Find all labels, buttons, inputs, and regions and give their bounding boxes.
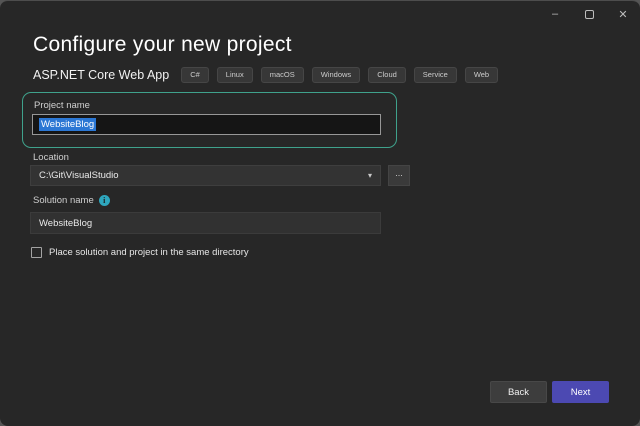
project-name-label: Project name [34,100,90,111]
tag-web: Web [464,67,499,83]
solution-name-label: Solution name [33,195,94,206]
same-directory-row: Place solution and project in the same d… [31,247,249,258]
maximize-button[interactable] [572,1,606,27]
location-label: Location [33,152,69,163]
project-name-input[interactable]: WebsiteBlog [32,114,381,135]
tag-windows: Windows [311,67,361,83]
info-icon[interactable]: i [98,195,110,206]
same-directory-label: Place solution and project in the same d… [49,247,249,258]
same-directory-checkbox[interactable] [31,247,42,258]
minimize-button[interactable]: – [538,1,572,27]
tag-csharp: C# [181,67,209,83]
template-name: ASP.NET Core Web App [33,67,170,82]
close-button[interactable]: ✕ [606,1,640,27]
minimize-icon: – [551,8,559,20]
tag-service: Service [413,67,457,83]
tag-linux: Linux [216,67,253,83]
solution-name-input[interactable]: WebsiteBlog [30,212,381,234]
chevron-down-icon: ▾ [367,171,372,180]
title-bar: – ✕ [0,1,640,29]
close-icon: ✕ [618,8,628,21]
next-button[interactable]: Next [552,381,609,403]
back-button[interactable]: Back [490,381,547,403]
tag-cloud: Cloud [368,67,406,83]
browse-location-button[interactable]: ... [388,165,410,186]
solution-name-value: WebsiteBlog [39,217,93,229]
location-dropdown[interactable]: C:\Git\VisualStudio ▾ [30,165,381,186]
solution-name-label-row: Solution name i [33,195,110,206]
page-title: Configure your new project [33,33,292,56]
project-name-value: WebsiteBlog [39,118,97,131]
configure-project-dialog: – ✕ Configure your new project ASP.NET C… [0,0,640,426]
location-value: C:\Git\VisualStudio [39,170,119,181]
tag-macos: macOS [260,67,304,83]
template-info-row: ASP.NET Core Web App C# Linux macOS Wind… [33,67,620,83]
maximize-icon [584,9,594,19]
project-name-group: Project name WebsiteBlog [22,92,397,148]
